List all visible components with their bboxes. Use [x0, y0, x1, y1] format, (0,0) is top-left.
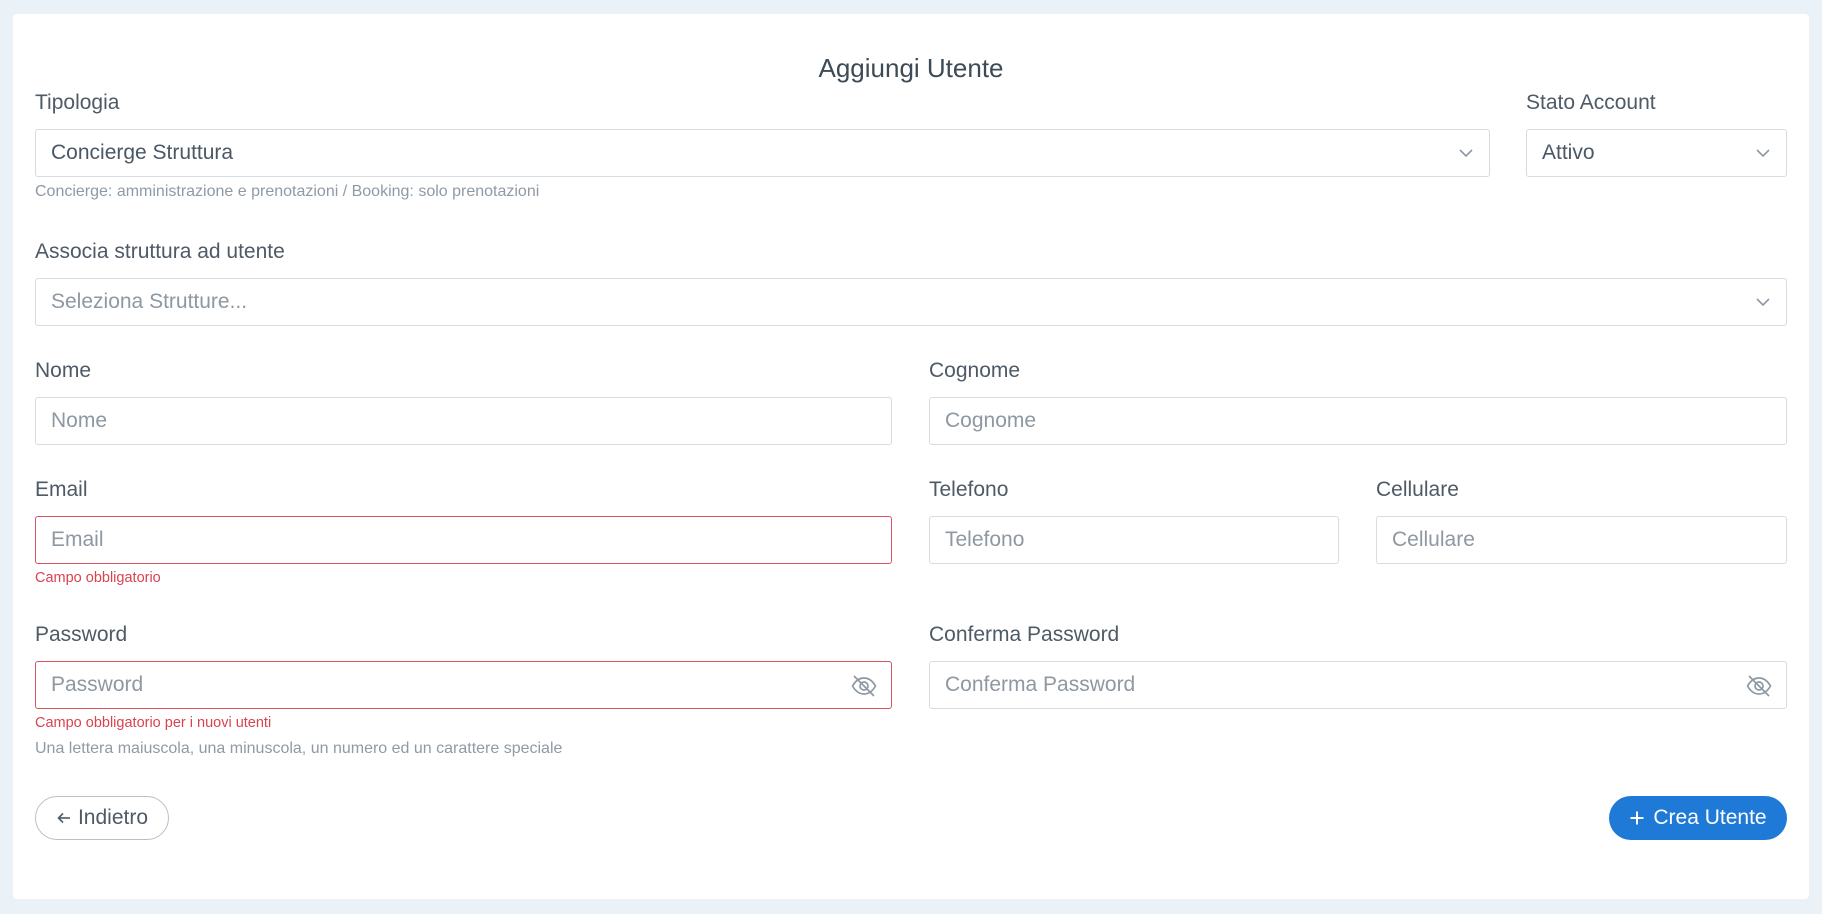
stato-account-select[interactable]: Attivo [1526, 129, 1787, 177]
chevron-down-icon [1756, 149, 1770, 158]
stato-account-label: Stato Account [1526, 91, 1656, 114]
back-button[interactable]: Indietro [35, 796, 169, 840]
conferma-password-label: Conferma Password [929, 623, 1120, 646]
tipologia-select[interactable]: Concierge Struttura [35, 129, 1490, 177]
telefono-label: Telefono [929, 478, 1009, 501]
cellulare-field-wrapper [1376, 516, 1787, 564]
cognome-input[interactable] [930, 398, 1786, 444]
strutture-label: Associa struttura ad utente [35, 240, 285, 263]
conferma-password-field-wrapper [929, 661, 1787, 709]
add-user-card: Aggiungi Utente Tipologia Concierge Stru… [13, 14, 1809, 899]
tipologia-label: Tipologia [35, 91, 120, 114]
chevron-down-icon [1459, 149, 1473, 158]
cognome-field-wrapper [929, 397, 1787, 445]
password-error-text: Campo obbligatorio per i nuovi utenti [35, 715, 272, 731]
nome-input[interactable] [36, 398, 891, 444]
back-button-label: Indietro [77, 806, 149, 829]
tipologia-help-text: Concierge: amministrazione e prenotazion… [35, 183, 540, 200]
telefono-input[interactable] [930, 517, 1338, 563]
cognome-label: Cognome [929, 359, 1021, 382]
strutture-multiselect[interactable]: Seleziona Strutture... [35, 278, 1787, 326]
nome-field-wrapper [35, 397, 892, 445]
plus-icon [1630, 811, 1644, 825]
strutture-placeholder: Seleziona Strutture... [51, 290, 248, 313]
conferma-password-input[interactable] [930, 662, 1786, 708]
stato-account-selected-value: Attivo [1542, 141, 1595, 164]
password-input[interactable] [36, 662, 891, 708]
password-field-wrapper [35, 661, 892, 709]
chevron-down-icon [1756, 298, 1770, 307]
telefono-field-wrapper [929, 516, 1339, 564]
password-rules-help-text: Una lettera maiuscola, una minuscola, un… [35, 740, 563, 757]
tipologia-selected-value: Concierge Struttura [51, 141, 234, 164]
password-label: Password [35, 623, 128, 646]
email-label: Email [35, 478, 88, 501]
email-input[interactable] [36, 517, 891, 563]
email-error-text: Campo obbligatorio [35, 570, 161, 586]
eye-off-icon[interactable] [1745, 672, 1773, 700]
create-user-button[interactable]: Crea Utente [1609, 796, 1787, 840]
nome-label: Nome [35, 359, 92, 382]
create-user-button-label: Crea Utente [1653, 806, 1767, 829]
cellulare-input[interactable] [1377, 517, 1786, 563]
eye-off-icon[interactable] [850, 672, 878, 700]
cellulare-label: Cellulare [1376, 478, 1459, 501]
page-title: Aggiungi Utente [818, 53, 1004, 83]
email-field-wrapper [35, 516, 892, 564]
arrow-left-icon [57, 812, 70, 824]
